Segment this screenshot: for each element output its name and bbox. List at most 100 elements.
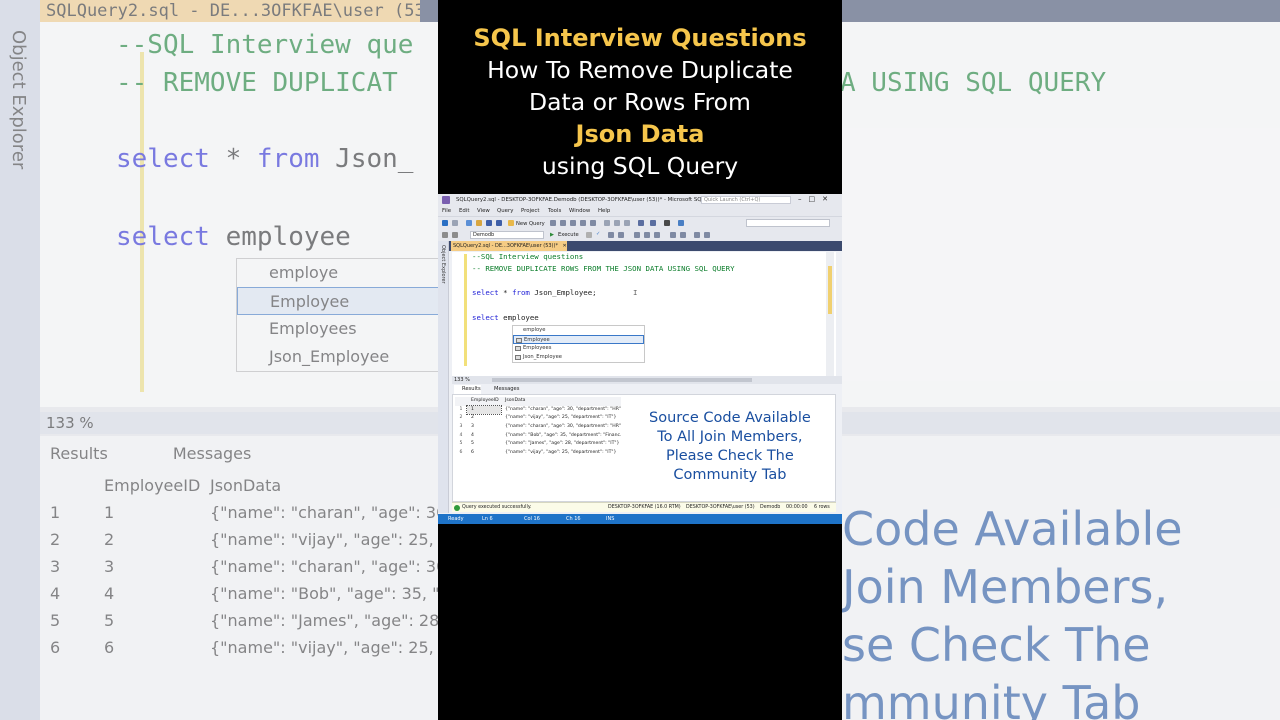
menu-edit[interactable]: Edit <box>459 208 469 214</box>
redo-icon[interactable] <box>650 220 656 226</box>
results-grid[interactable]: EmployeeID JsonData 1 1 {"name": "charan", … <box>455 397 621 458</box>
xmla-icon[interactable] <box>590 220 596 226</box>
cell-employeeid[interactable]: 2 <box>467 414 501 423</box>
bg-grid-row: 4 4 {"name": "Bob", "age": 35, "dep <box>50 584 438 611</box>
new-query-icon[interactable] <box>508 220 514 226</box>
solution-icon[interactable] <box>678 220 684 226</box>
intellisense-item-selected[interactable]: Employee <box>513 335 644 344</box>
cell-employeeid[interactable]: 1 <box>466 404 502 416</box>
query-status-user: DESKTOP-3OFKFAE\user (53) <box>686 505 755 510</box>
table-row[interactable]: 3 3 {"name": "charan", "age": 30, "departm… <box>455 423 621 432</box>
menu-bar: File Edit View Query Project Tools Windo… <box>438 206 842 216</box>
intellisense-item[interactable]: Employees <box>513 344 644 353</box>
db-query-icon[interactable] <box>550 220 556 226</box>
execute-icon[interactable]: ▶ <box>550 232 554 238</box>
results-text-icon[interactable] <box>644 232 650 238</box>
database-dropdown[interactable]: Demodb <box>470 231 544 239</box>
cell-jsondata[interactable]: {"name": "Bob", "age": 35, "department":… <box>501 432 621 441</box>
intellisense-item[interactable]: Json_Employee <box>513 353 644 362</box>
quick-launch-input[interactable]: Quick Launch (Ctrl+Q) <box>701 196 791 204</box>
column-header-jsondata[interactable]: JsonData <box>501 397 621 406</box>
uncomment-icon[interactable] <box>680 232 686 238</box>
bg-cell: {"name": "James", "age": 28, "d <box>210 611 438 630</box>
column-header-employeeid[interactable]: EmployeeID <box>467 397 501 406</box>
table-row[interactable]: 1 1 {"name": "charan", "age": 30, "departm… <box>455 404 621 416</box>
menu-file[interactable]: File <box>442 208 451 214</box>
cell-jsondata[interactable]: {"name": "James", "age": 28, "department… <box>501 440 621 449</box>
change-connection-icon[interactable] <box>452 232 458 238</box>
results-grid-icon[interactable] <box>634 232 640 238</box>
bg-cell: 5 <box>104 611 115 630</box>
bg-cell: 2 <box>50 530 61 549</box>
object-explorer-tab[interactable]: Object Explorer <box>438 241 449 513</box>
menu-tools[interactable]: Tools <box>548 208 561 214</box>
cell-jsondata[interactable]: {"name": "vijay", "age": 25, "department… <box>501 449 621 458</box>
close-button[interactable]: ✕ <box>822 195 835 203</box>
analysis-icon[interactable] <box>560 220 566 226</box>
intellisense-icon[interactable] <box>618 232 624 238</box>
cell-employeeid[interactable]: 5 <box>467 440 501 449</box>
cell-jsondata[interactable]: {"name": "charan", "age": 30, "departmen… <box>501 423 621 432</box>
success-check-icon <box>454 505 460 511</box>
bg-cell: 1 <box>104 503 115 522</box>
cell-jsondata[interactable]: {"name": "vijay", "age": 25, "department… <box>501 414 621 423</box>
menu-project[interactable]: Project <box>521 208 539 214</box>
cell-employeeid[interactable]: 4 <box>467 432 501 441</box>
promo-line-4: Community Tab <box>673 467 787 483</box>
new-query-button[interactable]: New Query <box>516 221 545 227</box>
bg-code-star: * <box>209 144 257 174</box>
open-icon[interactable] <box>476 220 482 226</box>
table-row[interactable]: 6 6 {"name": "vijay", "age": 25, "departme… <box>455 449 621 458</box>
stop-icon[interactable] <box>586 232 592 238</box>
save-all-icon[interactable] <box>496 220 502 226</box>
tab-results[interactable]: Results <box>454 385 481 394</box>
editor-vertical-scrollbar[interactable] <box>826 252 834 376</box>
paste-icon[interactable] <box>624 220 630 226</box>
minimize-button[interactable]: – <box>798 195 809 203</box>
editor-scroll-thumb[interactable] <box>828 266 832 314</box>
title-line-5: using SQL Query <box>541 152 739 180</box>
table-row[interactable]: 2 2 {"name": "vijay", "age": 25, "departme… <box>455 414 621 423</box>
cut-icon[interactable] <box>604 220 610 226</box>
connect-icon[interactable] <box>442 232 448 238</box>
menu-help[interactable]: Help <box>598 208 610 214</box>
zoom-level-dropdown[interactable]: 133 % <box>454 377 470 383</box>
comment-icon[interactable] <box>670 232 676 238</box>
mdx-icon[interactable] <box>570 220 576 226</box>
editor-horizontal-scrollbar[interactable] <box>492 378 752 382</box>
cell-jsondata[interactable]: {"name": "charan", "age": 30, "departmen… <box>501 406 621 415</box>
tab-messages[interactable]: Messages <box>486 385 519 394</box>
document-tab-sqlquery2[interactable]: SQLQuery2.sql - DE...3OFKFAE\user (53))*… <box>451 241 567 251</box>
table-row[interactable]: 4 4 {"name": "Bob", "age": 35, "department… <box>455 432 621 441</box>
results-file-icon[interactable] <box>654 232 660 238</box>
undo-icon[interactable] <box>638 220 644 226</box>
bg-results-tabs: Results Messages <box>50 444 251 463</box>
results-pane: EmployeeID JsonData 1 1 {"name": "charan", … <box>452 394 836 502</box>
copy-icon[interactable] <box>614 220 620 226</box>
bg-grid-header: EmployeeID JsonData <box>50 476 438 503</box>
execute-button[interactable]: Execute <box>558 232 579 238</box>
bg-cell: 3 <box>50 557 61 576</box>
close-tab-icon[interactable]: ✕ <box>563 243 567 249</box>
back-icon[interactable] <box>442 220 448 226</box>
cell-employeeid[interactable]: 6 <box>467 449 501 458</box>
maximize-button[interactable]: □ <box>809 195 823 203</box>
cell-employeeid[interactable]: 3 <box>467 423 501 432</box>
menu-view[interactable]: View <box>477 208 490 214</box>
menu-window[interactable]: Window <box>569 208 590 214</box>
forward-icon[interactable] <box>452 220 458 226</box>
parse-icon[interactable]: ✓ <box>596 231 600 237</box>
estimated-plan-icon[interactable] <box>608 232 614 238</box>
intellisense-item[interactable]: employe <box>513 326 644 335</box>
promo-line-1: Source Code Available <box>649 410 811 426</box>
dmx-icon[interactable] <box>580 220 586 226</box>
menu-query[interactable]: Query <box>497 208 513 214</box>
debug-icon[interactable] <box>664 220 670 226</box>
table-row[interactable]: 5 5 {"name": "James", "age": 28, "departme… <box>455 440 621 449</box>
bg-cell: 5 <box>50 611 61 630</box>
save-icon[interactable] <box>486 220 492 226</box>
solution-config-combo[interactable] <box>746 219 830 227</box>
outdent-icon[interactable] <box>704 232 710 238</box>
new-project-icon[interactable] <box>466 220 472 226</box>
indent-icon[interactable] <box>694 232 700 238</box>
